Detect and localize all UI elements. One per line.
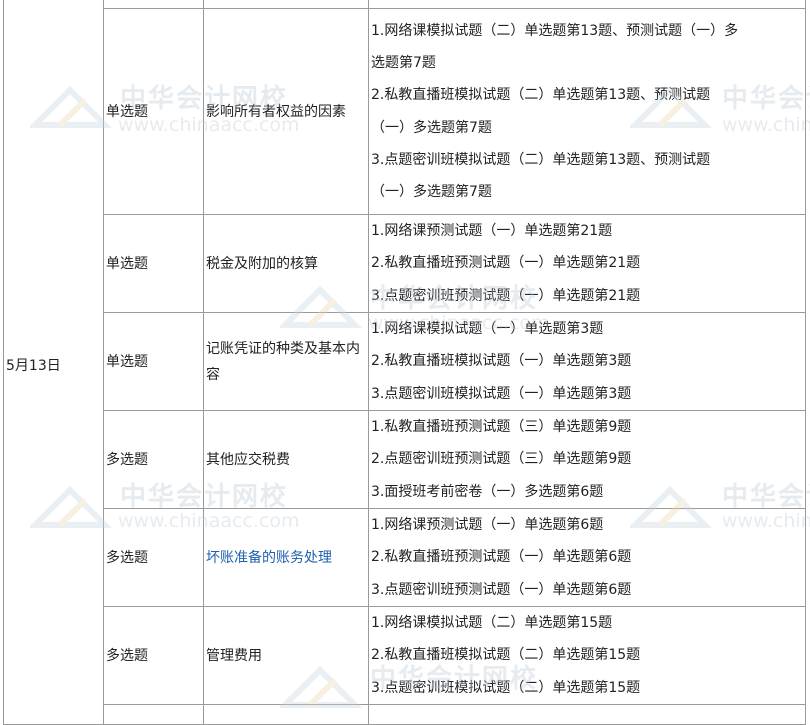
- source-line: 2.私教直播班模拟试题（二）单选题第15题: [371, 647, 641, 664]
- topic-text: 其他应交税费: [206, 451, 290, 468]
- table-row: 多选题 管理费用 1.网络课模拟试题（二）单选题第15题 2.私教直播班模拟试题（二）…: [4, 606, 806, 705]
- source-line: 2.私教直播班模拟试题（二）单选题第13题、预测试题: [371, 87, 711, 104]
- source-line: 1.网络课模拟试题（二）单选题第15题: [371, 615, 613, 632]
- question-type-cell: 多选题: [103, 606, 204, 705]
- topic-cell: 记账凭证的种类及基本内容: [203, 312, 369, 411]
- source-line: 选题第7题: [371, 55, 436, 72]
- topic-text: 管理费用: [206, 647, 262, 664]
- table-row: 单选题 记账凭证的种类及基本内容 1.网络课模拟试题（一）单选题第3题 2.私教直播班…: [4, 312, 806, 411]
- exam-topics-table: 5月13日 单选题 影响所有者权益的因素 1.网络课模拟试题（二）单选题第13题、预测…: [3, 0, 806, 725]
- source-line: 3.点题密训班预测试题（一）单选题第21题: [371, 287, 641, 304]
- source-line: 2.私教直播班预测试题（一）单选题第6题: [371, 549, 632, 566]
- question-type-cell: 单选题: [103, 8, 204, 215]
- source-line: 1.私教直播班预测试题（三）单选题第9题: [371, 419, 632, 436]
- table-row-bottom-cut: [4, 704, 806, 725]
- source-cell: 1.网络课预测试题（一）单选题第6题 2.私教直播班预测试题（一）单选题第6题 3.…: [368, 508, 806, 607]
- cell-empty: [203, 0, 369, 9]
- table-row-top-cut: [3, 0, 806, 9]
- source-line: 3.面授班考前密卷（一）多选题第6题: [371, 483, 604, 500]
- question-type-cell: 多选题: [103, 508, 204, 607]
- source-line: 2.点题密训班预测试题（三）单选题第9题: [371, 451, 632, 468]
- topic-cell: 税金及附加的核算: [203, 214, 369, 313]
- source-cell: 1.网络课模拟试题（二）单选题第15题 2.私教直播班模拟试题（二）单选题第15题…: [368, 606, 806, 705]
- cell-empty: [203, 704, 369, 725]
- source-cell: 1.私教直播班预测试题（三）单选题第9题 2.点题密训班预测试题（三）单选题第9题…: [368, 410, 806, 509]
- source-line: 3.点题密训班模拟试题（二）单选题第13题、预测试题: [371, 151, 711, 168]
- table-row: 单选题 税金及附加的核算 1.网络课预测试题（一）单选题第21题 2.私教直播班预测试…: [4, 214, 806, 313]
- topic-text: 影响所有者权益的因素: [206, 103, 346, 120]
- cell-empty: [103, 0, 204, 9]
- cell-empty: [368, 704, 806, 725]
- topic-cell: 其他应交税费: [203, 410, 369, 509]
- question-type-cell: 单选题: [103, 214, 204, 313]
- topic-link[interactable]: 坏账准备的账务处理: [206, 550, 332, 566]
- topic-cell[interactable]: 坏账准备的账务处理: [203, 508, 369, 607]
- question-type-cell: 单选题: [103, 312, 204, 411]
- table-row: 多选题 坏账准备的账务处理 1.网络课预测试题（一）单选题第6题 2.私教直播班预测试…: [4, 508, 806, 607]
- topic-cell: 管理费用: [203, 606, 369, 705]
- source-cell: 1.网络课模拟试题（二）单选题第13题、预测试题（一）多 选题第7题 2.私教直播班…: [368, 8, 806, 215]
- source-line: 3.点题密训班模拟试题（一）单选题第3题: [371, 385, 632, 402]
- cell-empty: [3, 0, 104, 9]
- source-line: 3.点题密训班预测试题（一）单选题第6题: [371, 581, 632, 598]
- date-cell: 5月13日: [3, 8, 104, 725]
- source-line: 1.网络课预测试题（一）单选题第6题: [371, 517, 604, 534]
- source-line: 2.私教直播班模拟试题（一）单选题第3题: [371, 353, 632, 370]
- topic-text: 记账凭证的种类及基本内容: [206, 340, 360, 383]
- table-row: 5月13日 单选题 影响所有者权益的因素 1.网络课模拟试题（二）单选题第13题、预测…: [3, 8, 806, 725]
- source-line: 1.网络课模拟试题（一）单选题第3题: [371, 321, 604, 338]
- table-row: 多选题 其他应交税费 1.私教直播班预测试题（三）单选题第9题 2.点题密训班预测试题…: [4, 410, 806, 509]
- source-line: 3.点题密训班模拟试题（二）单选题第15题: [371, 679, 641, 696]
- cell-empty: [368, 0, 806, 9]
- source-line: 1.网络课预测试题（一）单选题第21题: [371, 223, 613, 240]
- cell-empty: [103, 704, 204, 725]
- source-line: 1.网络课模拟试题（二）单选题第13题、预测试题（一）多: [371, 22, 739, 39]
- source-line: 2.私教直播班预测试题（一）单选题第21题: [371, 255, 641, 272]
- source-line: （一）多选题第7题: [371, 119, 492, 136]
- source-cell: 1.网络课模拟试题（一）单选题第3题 2.私教直播班模拟试题（一）单选题第3题 3.…: [368, 312, 806, 411]
- topic-cell: 影响所有者权益的因素: [203, 8, 369, 215]
- question-type-cell: 多选题: [103, 410, 204, 509]
- source-cell: 1.网络课预测试题（一）单选题第21题 2.私教直播班预测试题（一）单选题第21题…: [368, 214, 806, 313]
- topic-text: 税金及附加的核算: [206, 255, 318, 272]
- source-line: （一）多选题第7题: [371, 183, 492, 200]
